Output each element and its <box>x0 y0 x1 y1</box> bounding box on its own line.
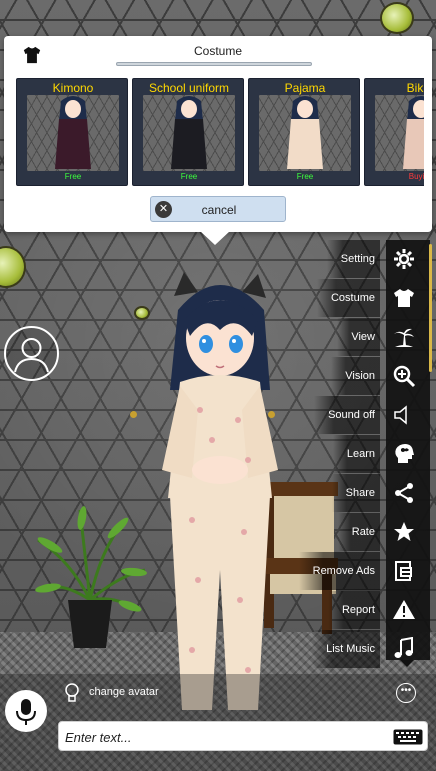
menu-item-label: Learn <box>332 435 380 473</box>
outfit-price: Free <box>180 172 198 181</box>
star-icon <box>392 520 416 544</box>
menu-item-label: Rate <box>337 513 380 551</box>
cancel-button[interactable]: ✕ cancel <box>150 196 286 222</box>
outfit-price: Free <box>296 172 314 181</box>
gear-icon <box>392 247 416 271</box>
warning-icon <box>392 598 416 622</box>
menu-item-remove-ads[interactable]: Remove Ads <box>298 552 432 590</box>
menu-item-label: Report <box>327 591 380 629</box>
left-fruit-decoration <box>0 246 26 288</box>
outfit-card[interactable]: School uniform Free <box>132 78 244 186</box>
zoom-in-icon <box>392 364 416 388</box>
lightbulb-icon <box>65 683 79 702</box>
music-note-icon <box>392 637 416 661</box>
chevron-down-icon[interactable] <box>400 660 414 667</box>
user-avatar-icon <box>14 338 49 373</box>
side-menu-scrollbar[interactable] <box>429 244 432 372</box>
menu-item-label: Costume <box>316 279 380 317</box>
change-avatar-button[interactable] <box>4 326 59 381</box>
menu-item-setting[interactable]: Setting <box>306 240 432 278</box>
menu-item-view[interactable]: View <box>306 318 432 356</box>
menu-item-learn[interactable]: Learn <box>306 435 432 473</box>
outfit-card[interactable]: Kimono Free <box>16 78 128 186</box>
shirt-icon <box>392 286 416 310</box>
menu-item-label: List Music <box>312 630 380 668</box>
remove-ads-icon <box>392 559 416 583</box>
palm-tree-icon <box>392 325 416 349</box>
menu-item-label: Sound off <box>314 396 380 434</box>
menu-item-vision[interactable]: Vision <box>306 357 432 395</box>
speaker-icon <box>392 403 416 427</box>
outfit-name: Pajama <box>284 81 326 95</box>
change-avatar-hint[interactable]: change avatar <box>89 686 159 698</box>
menu-item-share[interactable]: Share <box>306 474 432 512</box>
chat-text-input[interactable] <box>65 726 385 748</box>
menu-item-label: Vision <box>331 357 380 395</box>
outfit-name: Kimono <box>52 81 94 95</box>
outfit-card[interactable]: Bikini Buying <box>364 78 424 186</box>
menu-item-label: Share <box>331 474 380 512</box>
menu-item-report[interactable]: Report <box>306 591 432 629</box>
menu-item-label: Setting <box>326 240 380 278</box>
outfit-price: Buying <box>408 172 424 181</box>
outfit-preview-image <box>375 95 424 171</box>
outfit-price: Free <box>64 172 82 181</box>
keyboard-icon[interactable] <box>393 729 423 745</box>
menu-item-label: Remove Ads <box>298 552 380 590</box>
potted-plant <box>35 506 147 648</box>
outfit-carousel[interactable]: Kimono Free School uniform Free Pajama Free Bi… <box>16 78 424 186</box>
outfit-preview-image <box>143 95 235 171</box>
top-right-fruit-decoration <box>380 2 414 34</box>
side-menu: Setting Costume View Vision Sound off Learn Sh… <box>298 240 432 668</box>
outfit-name: Bikini <box>406 81 424 95</box>
microphone-icon <box>16 699 36 725</box>
menu-item-label: View <box>337 318 380 356</box>
outfit-preview-image <box>259 95 351 171</box>
outfit-name: School uniform <box>148 81 230 95</box>
menu-item-costume[interactable]: Costume <box>306 279 432 317</box>
chat-input-box <box>58 721 428 751</box>
cancel-button-label: cancel <box>201 203 237 217</box>
wall-stud <box>130 411 137 418</box>
menu-item-sound-off[interactable]: Sound off <box>306 396 432 434</box>
anime-character-avatar <box>162 272 278 710</box>
menu-item-rate[interactable]: Rate <box>306 513 432 551</box>
outfit-card[interactable]: Pajama Free <box>248 78 360 186</box>
brain-head-icon <box>392 442 416 466</box>
panel-pointer-arrow <box>200 231 230 245</box>
share-icon <box>392 481 416 505</box>
outfit-preview-image <box>27 95 119 171</box>
costume-panel-title: Costume <box>193 44 243 58</box>
costume-panel: Costume Kimono Free School uniform Free Paja… <box>4 36 432 232</box>
microphone-button[interactable] <box>5 690 47 732</box>
more-dots-icon[interactable]: ••• <box>396 683 416 703</box>
costume-panel-scrollbar[interactable] <box>116 62 312 66</box>
